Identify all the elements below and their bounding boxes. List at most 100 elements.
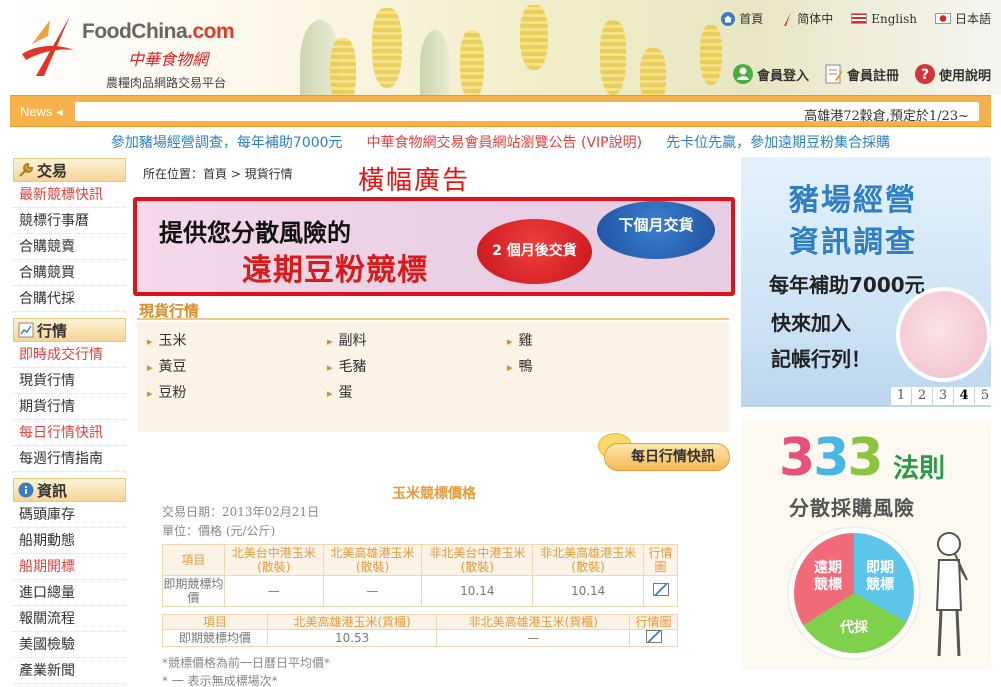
- promo-pig-survey-link[interactable]: 參加豬場經營調查，每年補助7000元: [111, 132, 343, 152]
- promo-soymeal-link[interactable]: 先卡位先贏，參加遠期豆粉集合採購: [666, 132, 890, 152]
- english-link[interactable]: English: [851, 10, 917, 27]
- category-hog[interactable]: 毛豬: [327, 356, 367, 376]
- sidebar-item-daily-brief[interactable]: 每日行情快訊: [13, 420, 126, 446]
- sidebar-item-bid-calendar[interactable]: 競標行事曆: [13, 208, 126, 234]
- table-header-row: 項目 北美台中港玉米(散裝) 北美高雄港玉米(散裝) 非北美台中港玉米(散裝) …: [162, 544, 678, 576]
- category-chicken[interactable]: 雞: [507, 330, 533, 350]
- digit: 3: [847, 428, 883, 488]
- member-login-link[interactable]: 會員登入: [732, 64, 809, 84]
- trend-chart-icon[interactable]: [645, 630, 662, 643]
- category-soybean[interactable]: 黃豆: [147, 356, 187, 376]
- corn-cob: [330, 38, 356, 95]
- category-duck[interactable]: 鴨: [507, 356, 533, 376]
- simplified-chinese-link[interactable]: 简体中: [781, 10, 833, 27]
- table-cell: [643, 575, 678, 607]
- sidebar-item-latest-bids[interactable]: 最新競標快訊: [13, 182, 126, 208]
- japanese-link[interactable]: 日本語: [934, 10, 991, 27]
- sidebar-item-group-sell[interactable]: 合購競賣: [13, 234, 126, 260]
- corn-cob: [460, 30, 484, 95]
- sidebar-item-group-procure[interactable]: 合購代採: [13, 286, 126, 312]
- left-sidebar: 交易 最新競標快訊 競標行事曆 合購競賣 合購競買 合購代採 行情 即時成交行情…: [13, 158, 126, 684]
- sidebar-item-realtime-deals[interactable]: 即時成交行情: [13, 342, 126, 368]
- pager-page-1[interactable]: 1: [891, 387, 911, 405]
- trend-chart-icon[interactable]: [652, 583, 669, 596]
- rule-333-ad[interactable]: 333 法則 分散採購風險 遠期 競標 即期 競標 代採: [741, 420, 991, 670]
- home-link[interactable]: 首頁: [721, 10, 763, 27]
- simplified-chinese-label: 简体中: [797, 12, 834, 26]
- category-egg[interactable]: 蛋: [327, 382, 353, 402]
- pie-label-forward: 遠期 競標: [814, 560, 842, 593]
- sidebar-item-group-buy[interactable]: 合購競買: [13, 260, 126, 286]
- promo-vip-notice-link[interactable]: 中華食物網交易會員網站瀏覽公告 (VIP說明): [367, 132, 643, 152]
- table-cell: 即期競標均價: [162, 629, 268, 647]
- ad1-bookkeeping: 記帳行列！: [771, 347, 871, 371]
- sidebar-item-industry-news[interactable]: 產業新聞: [13, 658, 126, 684]
- pager-page-3[interactable]: 3: [933, 387, 953, 405]
- english-label: English: [871, 11, 917, 26]
- corn-price-table-title: 玉米競標價格: [392, 486, 476, 502]
- category-soymeal[interactable]: 豆粉: [147, 382, 187, 402]
- logo-text: FoodChina.com: [82, 20, 235, 43]
- dash-note: * 一 表示無成標場次*: [162, 674, 278, 687]
- home-icon: [721, 11, 736, 26]
- chart-icon: [18, 322, 34, 338]
- rule-333-number: 333: [779, 428, 884, 488]
- site-logo[interactable]: FoodChina.com 中華食物網 農糧肉品網路交易平台: [18, 14, 258, 90]
- ad1-subsidy: 每年補助7000元: [769, 273, 925, 297]
- corn-cob: [520, 5, 548, 70]
- sidebar-item-us-inspection[interactable]: 美國檢驗: [13, 632, 126, 658]
- digit: 3: [779, 428, 815, 488]
- table-header: 北美高雄港玉米(貨櫃): [266, 614, 438, 630]
- category-list: 玉米 副料 雞 黃豆 毛豬 鴨 豆粉 蛋: [137, 322, 729, 432]
- table-header: 行情圖: [643, 544, 678, 576]
- price-note: *競標價格為前一日曆日平均價*: [162, 656, 331, 670]
- help-link[interactable]: ? 使用說明: [914, 64, 991, 84]
- sidebar-item-dock-inventory[interactable]: 碼頭庫存: [13, 502, 126, 528]
- daily-brief-button[interactable]: 每日行情快訊: [598, 433, 730, 471]
- news-ticker-text[interactable]: 高雄港72穀倉,預定於1/23~: [804, 105, 969, 124]
- logo-chinese: 中華食物網: [128, 50, 209, 69]
- pager-page-2[interactable]: 2: [912, 387, 932, 405]
- sidebar-item-customs-process[interactable]: 報關流程: [13, 606, 126, 632]
- table-cell: —: [322, 575, 423, 607]
- category-supplements[interactable]: 副料: [327, 330, 367, 350]
- pager-page-4[interactable]: 4: [954, 387, 974, 405]
- ad1-title-line-1: 豬場經營: [789, 183, 917, 218]
- corn-cob: [600, 20, 626, 95]
- member-register-link[interactable]: 會員註冊: [825, 64, 899, 84]
- sidebar-item-weekly-guide[interactable]: 每週行情指南: [13, 446, 126, 472]
- corn-leaf: [420, 30, 450, 95]
- category-corn[interactable]: 玉米: [147, 330, 187, 350]
- ad-carousel-pager: 1 2 3 4 5: [891, 387, 991, 405]
- pig-survey-ad[interactable]: 豬場經營 資訊調查 每年補助7000元 快來加入 記帳行列！ 1 2 3 4 5: [741, 157, 991, 407]
- member-links: 會員登入 會員註冊 ? 使用說明: [732, 64, 991, 84]
- sidebar-item-spot-market[interactable]: 現貨行情: [13, 368, 126, 394]
- table-cell: 10.14: [532, 575, 645, 607]
- sidebar-item-ship-bids[interactable]: 船期開標: [13, 554, 126, 580]
- banner-bubble-two-months: 2 個月後交貨: [477, 219, 592, 284]
- help-icon: ?: [914, 64, 935, 84]
- bulk-corn-price-table: 項目 北美台中港玉米(散裝) 北美高雄港玉米(散裝) 非北美台中港玉米(散裝) …: [162, 544, 678, 607]
- table-header: 非北美高雄港玉米(散裝): [532, 544, 645, 576]
- news-ticker[interactable]: 高雄港72穀倉,預定於1/23~: [74, 101, 980, 124]
- sidebar-item-import-totals[interactable]: 進口總量: [13, 580, 126, 606]
- top-links: 首頁 简体中 English 日本語: [721, 10, 991, 27]
- table-cell: —: [223, 575, 324, 607]
- banner-line-2: 遠期豆粉競標: [242, 253, 428, 288]
- table-header: 北美高雄港玉米(散裝): [322, 544, 423, 576]
- sidebar-item-ship-status[interactable]: 船期動態: [13, 528, 126, 554]
- sidebar-section-title: 交易: [37, 161, 68, 180]
- pen-icon: [784, 11, 792, 26]
- news-bar: News ◂ 高雄港72穀倉,預定於1/23~: [10, 95, 991, 127]
- banner-ad[interactable]: 提供您分散風險的 遠期豆粉競標 2 個月後交貨 下個月交貨: [133, 197, 735, 296]
- table-header: 行情圖: [629, 614, 678, 630]
- table-cell: 10.14: [421, 575, 534, 607]
- home-link-label: 首頁: [739, 12, 764, 26]
- rule-subtitle: 分散採購風險: [789, 496, 915, 520]
- sidebar-section-title: 資訊: [37, 481, 68, 500]
- table-header: 項目: [162, 544, 225, 576]
- sidebar-section-title: 行情: [37, 321, 68, 340]
- sidebar-item-futures-market[interactable]: 期貨行情: [13, 394, 126, 420]
- member-register-label: 會員註冊: [846, 68, 899, 84]
- pager-page-5[interactable]: 5: [975, 387, 991, 405]
